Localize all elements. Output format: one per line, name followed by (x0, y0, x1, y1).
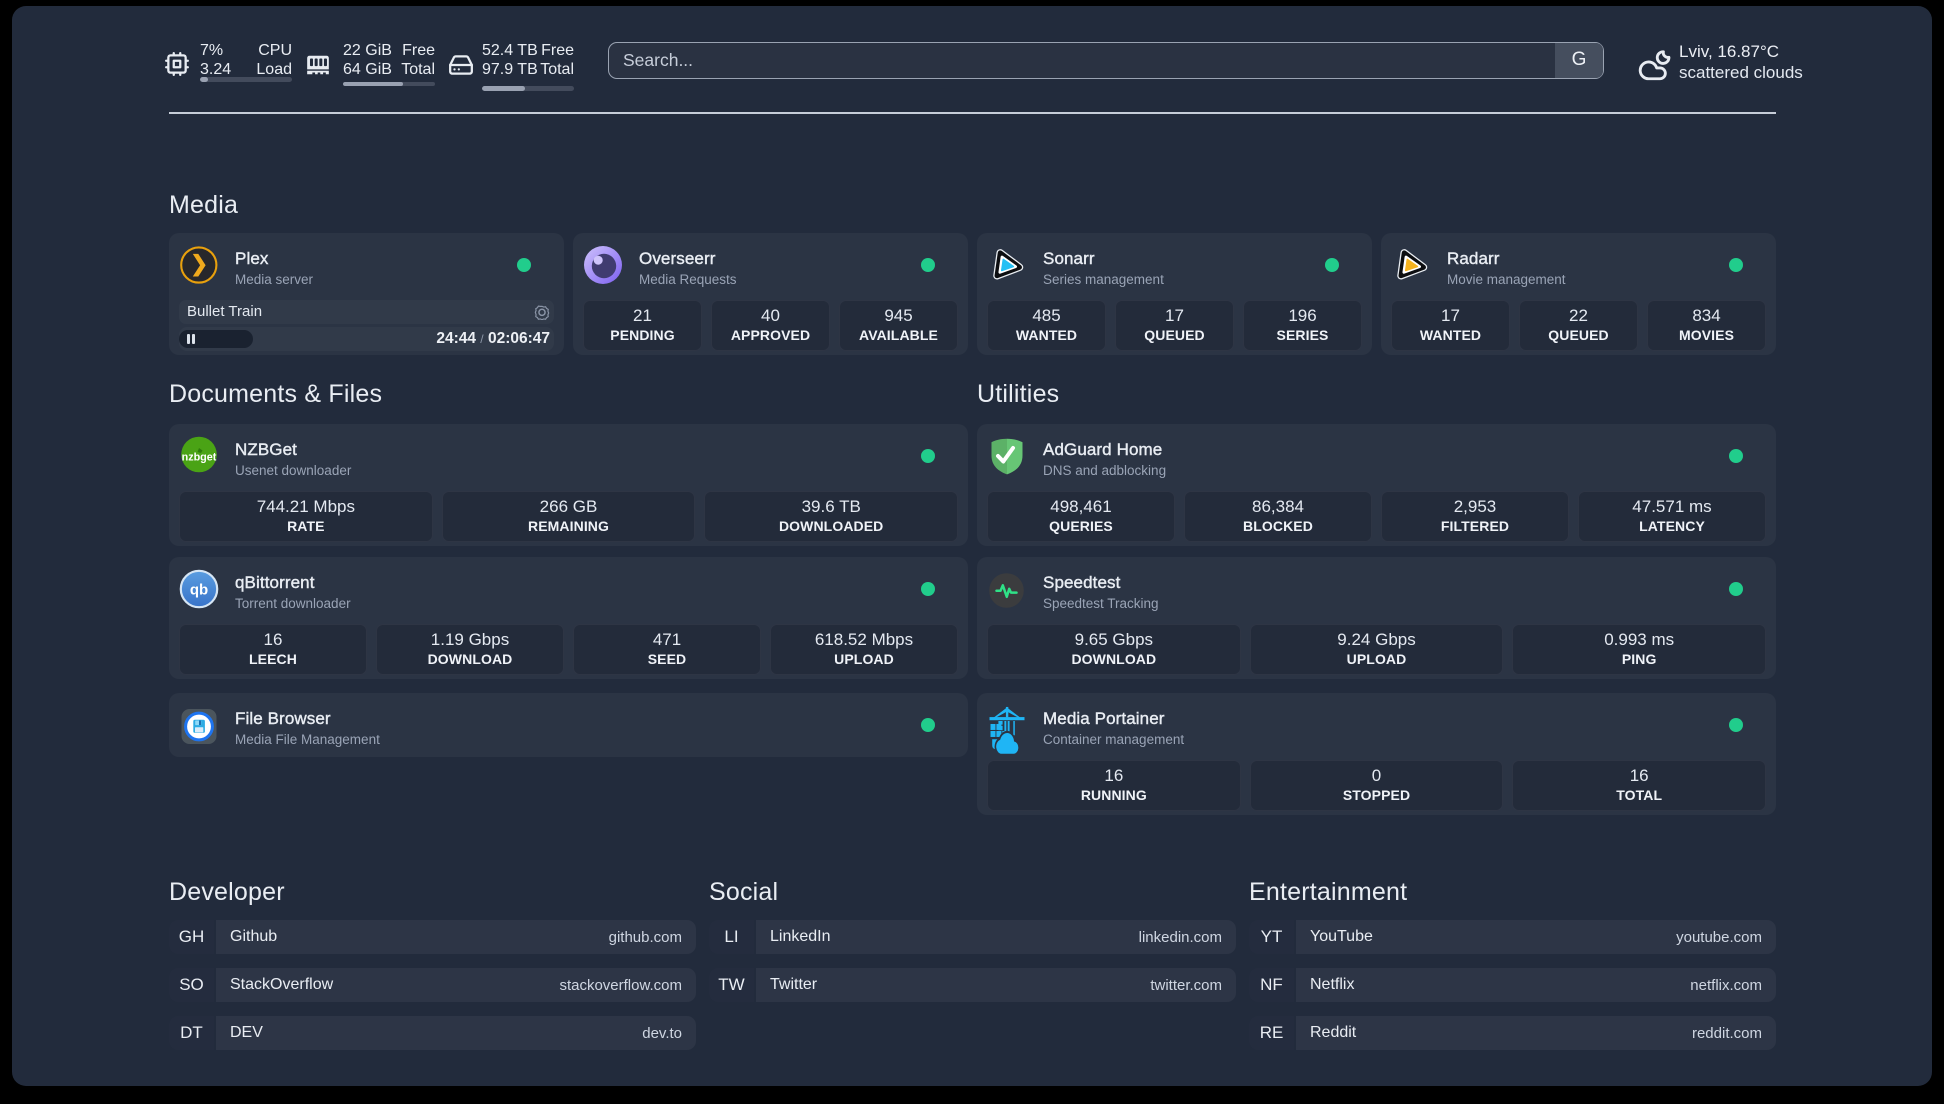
svg-text:qb: qb (190, 581, 208, 598)
svg-text:nzbget: nzbget (182, 452, 217, 464)
